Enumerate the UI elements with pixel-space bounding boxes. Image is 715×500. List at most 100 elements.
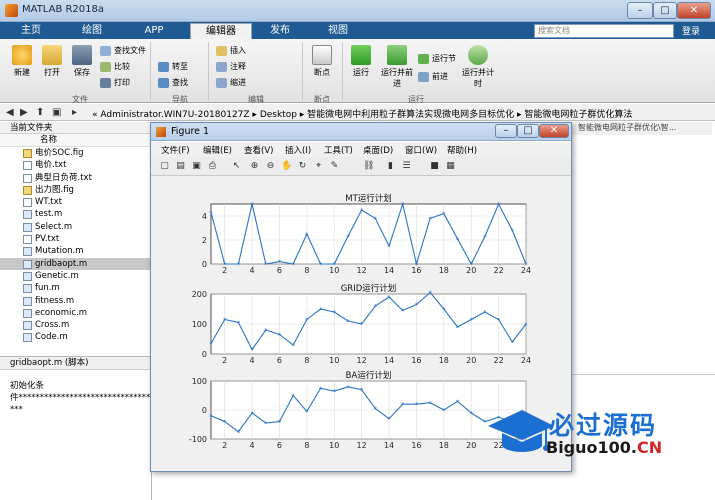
browse-icon[interactable]: ▣ [52, 107, 61, 118]
up-folder-icon[interactable]: ⬆ [36, 107, 44, 118]
zoom-out-icon[interactable]: ⊖ [265, 161, 276, 172]
zoom-in-icon[interactable]: ⊕ [249, 161, 260, 172]
menu-edit[interactable]: 编辑(E) [203, 144, 232, 156]
file-item[interactable]: 电价SOC.fig [0, 147, 151, 159]
menu-tools[interactable]: 工具(T) [324, 144, 353, 156]
link-plot-icon[interactable]: ⛓ [363, 161, 374, 172]
indent-button[interactable]: 缩进 [216, 77, 246, 89]
tab-view[interactable]: 视图 [316, 23, 360, 39]
login-link[interactable]: 登录 [682, 24, 700, 37]
find-files-button[interactable]: 查找文件 [100, 45, 146, 57]
name-column-header[interactable]: 名称 [0, 134, 151, 147]
run-time-button[interactable]: 运行并计时 [462, 45, 494, 89]
m-file-icon [23, 259, 32, 269]
file-item[interactable]: test.m [0, 208, 151, 220]
file-item[interactable]: 出力图.fig [0, 184, 151, 196]
file-item[interactable]: Code.m [0, 331, 151, 343]
find-button[interactable]: 查找 [158, 77, 188, 89]
back-icon[interactable]: ◀ [6, 107, 14, 118]
insert-button[interactable]: 插入 [216, 45, 246, 57]
file-item[interactable]: 电价.txt [0, 159, 151, 171]
m-file-icon [23, 222, 32, 232]
breakpoint-icon [312, 45, 332, 65]
x-tick-label: 2 [222, 356, 227, 365]
file-name: WT.txt [35, 197, 62, 208]
txt-file-icon [23, 173, 32, 183]
txt-file-icon [23, 198, 32, 208]
file-item[interactable]: fun.m [0, 282, 151, 294]
minimize-button[interactable]: – [627, 2, 653, 19]
file-name: fun.m [35, 283, 60, 294]
group-separator [302, 42, 303, 100]
brush-icon[interactable]: ✎ [329, 161, 340, 172]
figure-minimize-button[interactable]: – [495, 124, 517, 138]
insert-colorbar-icon[interactable]: ▮ [385, 161, 396, 172]
show-plot-tools-icon[interactable]: ▦ [445, 161, 456, 172]
new-figure-icon[interactable]: ▢ [159, 161, 170, 172]
y-tick-label: 100 [192, 377, 207, 386]
forward-icon[interactable]: ▶ [20, 107, 28, 118]
file-item[interactable]: economic.m [0, 307, 151, 319]
menu-help[interactable]: 帮助(H) [447, 144, 477, 156]
data-point: * [524, 321, 528, 329]
figure-close-button[interactable]: ✕ [539, 124, 569, 138]
data-point: * [360, 387, 364, 395]
menu-window[interactable]: 窗口(W) [405, 144, 437, 156]
hide-plot-tools-icon[interactable]: ■ [429, 161, 440, 172]
tab-apps[interactable]: APP [132, 23, 176, 39]
current-path[interactable]: « Administrator.WIN7U-20180127Z ▸ Deskto… [92, 107, 632, 120]
data-cursor-icon[interactable]: ⌖ [313, 161, 324, 172]
file-item[interactable]: fitness.m [0, 295, 151, 307]
open-file-icon[interactable]: ▤ [175, 161, 186, 172]
pointer-icon[interactable]: ↖ [231, 161, 242, 172]
file-item[interactable]: Select.m [0, 221, 151, 233]
insert-legend-icon[interactable]: ☰ [401, 161, 412, 172]
tab-home[interactable]: 主页 [10, 23, 52, 39]
fig-file-icon [23, 149, 32, 158]
figure-maximize-button[interactable]: □ [517, 124, 539, 138]
menu-view[interactable]: 查看(V) [244, 144, 273, 156]
figure-title-bar: Figure 1 – □ ✕ [151, 123, 571, 141]
x-tick-label: 10 [329, 441, 339, 450]
goto-button[interactable]: 转至 [158, 61, 188, 73]
chart-title: BA运行计划 [346, 370, 392, 381]
menu-insert[interactable]: 插入(I) [285, 144, 311, 156]
file-item[interactable]: Genetic.m [0, 270, 151, 282]
file-item[interactable]: gridbaopt.m [0, 257, 151, 270]
run-advance-button[interactable]: 运行并前进 [380, 45, 414, 89]
rotate-icon[interactable]: ↻ [297, 161, 308, 172]
menu-file[interactable]: 文件(F) [161, 144, 190, 156]
x-tick-label: 16 [411, 356, 421, 365]
file-item[interactable]: PV.txt [0, 233, 151, 245]
advance-button[interactable]: 前进 [418, 71, 448, 83]
x-tick-label: 6 [277, 266, 282, 275]
open-button[interactable]: 打开 [38, 45, 66, 78]
file-item[interactable]: Cross.m [0, 319, 151, 331]
file-item[interactable]: Mutation.m [0, 245, 151, 257]
tab-editor[interactable]: 编辑器 [190, 23, 252, 39]
print-figure-icon[interactable]: ⎙ [207, 161, 218, 172]
pan-icon[interactable]: ✋ [281, 161, 292, 172]
tab-plots[interactable]: 绘图 [70, 23, 114, 39]
save-figure-icon[interactable]: ▣ [191, 161, 202, 172]
comment-button[interactable]: 注释 [216, 61, 246, 73]
data-point: * [401, 308, 405, 316]
run-section-button[interactable]: 运行节 [418, 53, 456, 65]
new-button[interactable]: 新建 [8, 45, 36, 78]
editor-tab[interactable]: 智能微电网粒子群优化\智... [572, 122, 712, 135]
file-item[interactable]: WT.txt [0, 196, 151, 208]
maximize-button[interactable]: □ [653, 2, 677, 19]
breakpoint-button[interactable]: 断点 [308, 45, 336, 78]
file-name: Cross.m [35, 320, 70, 331]
close-button[interactable]: ✕ [677, 2, 711, 19]
save-button[interactable]: 保存 [68, 45, 96, 78]
print-button[interactable]: 打印 [100, 77, 130, 89]
run-button[interactable]: 运行 [346, 45, 376, 78]
menu-desktop[interactable]: 桌面(D) [363, 144, 393, 156]
tab-publish[interactable]: 发布 [258, 23, 302, 39]
x-tick-label: 12 [357, 356, 367, 365]
file-item[interactable]: 典型日负荷.txt [0, 172, 151, 184]
compare-button[interactable]: 比较 [100, 61, 130, 73]
search-input[interactable]: 搜索文档 [534, 24, 674, 38]
data-point: * [483, 309, 487, 317]
